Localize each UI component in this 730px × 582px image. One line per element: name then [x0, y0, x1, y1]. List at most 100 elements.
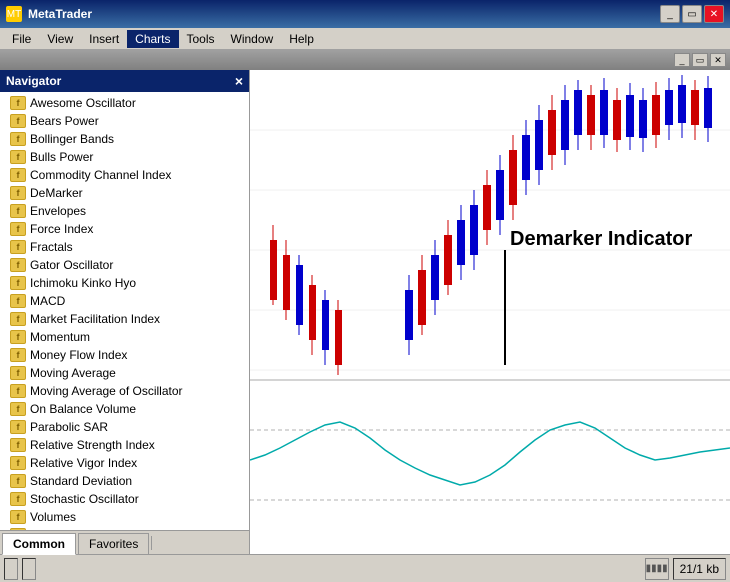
navigator-header: Navigator × — [0, 70, 249, 92]
main-content: Navigator × f Awesome Oscillator f Bears Po… — [0, 70, 730, 554]
indicator-icon: f — [10, 420, 26, 434]
list-item[interactable]: f Bears Power — [0, 112, 249, 130]
indicator-label: Force Index — [30, 222, 93, 236]
inner-restore[interactable]: ▭ — [692, 53, 708, 67]
indicator-icon: f — [10, 132, 26, 146]
svg-text:Demarker Indicator: Demarker Indicator — [510, 228, 693, 250]
indicator-icon: f — [10, 96, 26, 110]
list-item[interactable]: f Bulls Power — [0, 148, 249, 166]
list-item[interactable]: f Momentum — [0, 328, 249, 346]
bars-icon[interactable]: ▮▮▮▮ — [645, 558, 669, 580]
list-item[interactable]: f MACD — [0, 292, 249, 310]
indicator-icon: f — [10, 366, 26, 380]
status-segment-empty — [4, 558, 18, 580]
list-item[interactable]: f Relative Vigor Index — [0, 454, 249, 472]
indicator-label: Moving Average — [30, 366, 116, 380]
indicator-label: Relative Strength Index — [30, 438, 155, 452]
indicator-label: DeMarker — [30, 186, 83, 200]
indicator-label: Market Facilitation Index — [30, 312, 160, 326]
indicator-label: Bollinger Bands — [30, 132, 114, 146]
menu-file[interactable]: File — [4, 30, 39, 48]
list-item[interactable]: f Standard Deviation — [0, 472, 249, 490]
inner-close[interactable]: ✕ — [710, 53, 726, 67]
indicator-icon: f — [10, 186, 26, 200]
restore-button[interactable]: ▭ — [682, 5, 702, 23]
list-item[interactable]: f Moving Average of Oscillator — [0, 382, 249, 400]
indicator-icon: f — [10, 240, 26, 254]
menu-view[interactable]: View — [39, 30, 81, 48]
list-item[interactable]: f Fractals — [0, 238, 249, 256]
navigator-panel: Navigator × f Awesome Oscillator f Bears Po… — [0, 70, 250, 554]
indicator-icon: f — [10, 402, 26, 416]
indicator-icon: f — [10, 276, 26, 290]
title-bar-controls: _ ▭ ✕ — [660, 5, 724, 23]
status-left — [4, 558, 645, 580]
bars-icon-text: ▮▮▮▮ — [646, 563, 668, 574]
list-item[interactable]: f Envelopes — [0, 202, 249, 220]
inner-title-bar: _ ▭ ✕ — [0, 50, 730, 70]
chart-area: Demarker Indicator — [250, 70, 730, 554]
menu-help[interactable]: Help — [281, 30, 322, 48]
indicator-icon: f — [10, 510, 26, 524]
indicator-label: Momentum — [30, 330, 90, 344]
list-item[interactable]: f DeMarker — [0, 184, 249, 202]
indicator-icon: f — [10, 348, 26, 362]
minimize-button[interactable]: _ — [660, 5, 680, 23]
navigator-list: f Awesome Oscillator f Bears Power f Bollinge… — [0, 92, 249, 530]
indicator-icon: f — [10, 114, 26, 128]
list-item[interactable]: f Force Index — [0, 220, 249, 238]
inner-title-controls: _ ▭ ✕ — [674, 53, 726, 67]
status-bar: ▮▮▮▮ 21/1 kb — [0, 554, 730, 582]
indicator-label: Awesome Oscillator — [30, 96, 136, 110]
status-segment-empty2 — [22, 558, 36, 580]
indicator-icon: f — [10, 222, 26, 236]
list-item[interactable]: fGator Oscillator — [0, 256, 249, 274]
inner-minimize[interactable]: _ — [674, 53, 690, 67]
tab-common[interactable]: Common — [2, 533, 76, 555]
list-item[interactable]: fMoney Flow Index — [0, 346, 249, 364]
list-item[interactable]: fIchimoku Kinko Hyo — [0, 274, 249, 292]
indicator-label: MACD — [30, 294, 65, 308]
indicator-label: Bulls Power — [30, 150, 93, 164]
indicator-label: Relative Vigor Index — [30, 456, 137, 470]
list-item[interactable]: f Market Facilitation Index — [0, 310, 249, 328]
indicator-icon: f — [10, 384, 26, 398]
list-item[interactable]: f Moving Average — [0, 364, 249, 382]
menu-insert[interactable]: Insert — [81, 30, 127, 48]
list-item[interactable]: fRelative Strength Index — [0, 436, 249, 454]
list-item[interactable]: fCommodity Channel Index — [0, 166, 249, 184]
indicator-label: Stochastic Oscillator — [30, 492, 139, 506]
indicator-icon: f — [10, 330, 26, 344]
indicator-icon: f — [10, 150, 26, 164]
indicator-icon: f — [10, 204, 26, 218]
list-item[interactable]: fOn Balance Volume — [0, 400, 249, 418]
tab-separator — [151, 536, 152, 550]
indicator-label: Bears Power — [30, 114, 99, 128]
indicator-icon: f — [10, 258, 26, 272]
list-item[interactable]: f Awesome Oscillator — [0, 94, 249, 112]
status-right: ▮▮▮▮ 21/1 kb — [645, 558, 726, 580]
indicator-label: Fractals — [30, 240, 73, 254]
menu-tools[interactable]: Tools — [179, 30, 223, 48]
window-title: MetaTrader — [28, 7, 92, 21]
indicator-label: Parabolic SAR — [30, 420, 108, 434]
navigator-tabs: Common Favorites — [0, 530, 249, 554]
chart-svg: Demarker Indicator — [250, 70, 730, 554]
indicator-icon: f — [10, 312, 26, 326]
list-item[interactable]: fVolumes — [0, 508, 249, 526]
navigator-list-wrap: f Awesome Oscillator f Bears Power f Bollinge… — [0, 92, 249, 530]
close-button[interactable]: ✕ — [704, 5, 724, 23]
list-item[interactable]: f Parabolic SAR — [0, 418, 249, 436]
indicator-icon: f — [10, 294, 26, 308]
navigator-close-button[interactable]: × — [235, 73, 243, 89]
tab-favorites[interactable]: Favorites — [78, 533, 149, 554]
indicator-icon: f — [10, 456, 26, 470]
indicator-label: Envelopes — [30, 204, 86, 218]
list-item[interactable]: f Bollinger Bands — [0, 130, 249, 148]
indicator-icon: f — [10, 474, 26, 488]
menu-window[interactable]: Window — [223, 30, 282, 48]
indicator-label: Standard Deviation — [30, 474, 132, 488]
indicator-label: Moving Average of Oscillator — [30, 384, 183, 398]
menu-charts[interactable]: Charts — [127, 30, 178, 48]
list-item[interactable]: fStochastic Oscillator — [0, 490, 249, 508]
